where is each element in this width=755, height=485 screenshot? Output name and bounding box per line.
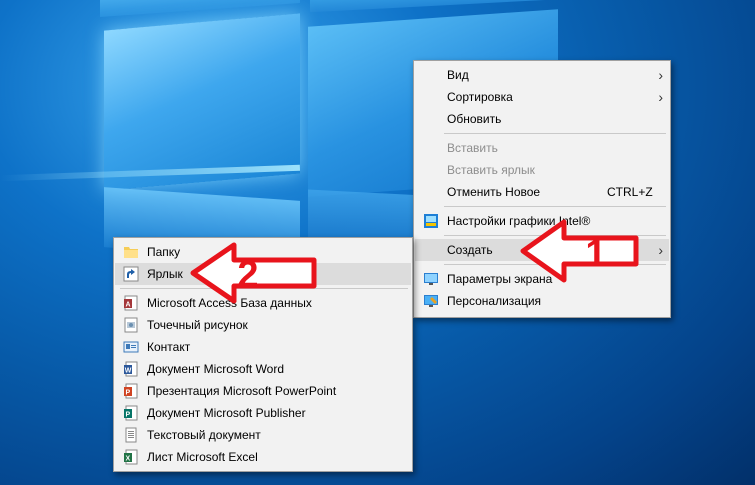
submenu-item-bitmap[interactable]: Точечный рисунок — [115, 314, 411, 336]
access-icon: A — [124, 295, 138, 311]
annotation-number-1: 1 — [585, 233, 606, 275]
svg-text:W: W — [125, 368, 132, 375]
menu-item-paste[interactable]: Вставить — [415, 137, 669, 159]
submenu-item-word[interactable]: W Документ Microsoft Word — [115, 358, 411, 380]
shortcut-icon — [123, 266, 139, 282]
menu-item-undo-new[interactable]: Отменить Новое CTRL+Z — [415, 181, 669, 203]
submenu-item-excel[interactable]: X Лист Microsoft Excel — [115, 446, 411, 468]
submenu-item-text-document[interactable]: Текстовый документ — [115, 424, 411, 446]
word-icon: W — [124, 361, 138, 377]
submenu-item-publisher[interactable]: P Документ Microsoft Publisher — [115, 402, 411, 424]
contact-icon — [123, 341, 139, 353]
publisher-icon: P — [124, 405, 138, 421]
menu-separator — [444, 206, 666, 207]
folder-icon — [124, 247, 138, 258]
bitmap-icon — [124, 317, 138, 333]
svg-text:P: P — [126, 412, 131, 419]
menu-item-view[interactable]: Вид › — [415, 64, 669, 86]
menu-separator — [444, 133, 666, 134]
chevron-right-icon: › — [658, 89, 663, 105]
personalization-icon — [424, 295, 438, 307]
svg-text:A: A — [126, 302, 131, 309]
window-pane-top-right — [310, 0, 550, 13]
chevron-right-icon: › — [658, 242, 663, 258]
window-pane-top-left — [100, 0, 300, 17]
chevron-right-icon: › — [658, 67, 663, 83]
menu-item-sort[interactable]: Сортировка › — [415, 86, 669, 108]
submenu-item-contact[interactable]: Контакт — [115, 336, 411, 358]
shortcut-text: CTRL+Z — [607, 185, 653, 199]
annotation-arrow-2: 2 — [190, 242, 317, 304]
intel-graphics-icon — [424, 214, 438, 228]
window-pane-mid-left — [104, 13, 300, 191]
excel-icon: X — [124, 449, 138, 465]
annotation-arrow-1: 1 — [520, 219, 639, 283]
powerpoint-icon: P — [124, 383, 138, 399]
menu-item-refresh[interactable]: Обновить — [415, 108, 669, 130]
menu-item-paste-shortcut[interactable]: Вставить ярлык — [415, 159, 669, 181]
menu-item-personalization[interactable]: Персонализация — [415, 290, 669, 312]
svg-text:P: P — [126, 390, 131, 397]
submenu-item-powerpoint[interactable]: P Презентация Microsoft PowerPoint — [115, 380, 411, 402]
display-icon — [424, 273, 438, 285]
text-document-icon — [125, 427, 137, 443]
svg-text:X: X — [126, 456, 131, 463]
annotation-number-2: 2 — [237, 254, 258, 296]
